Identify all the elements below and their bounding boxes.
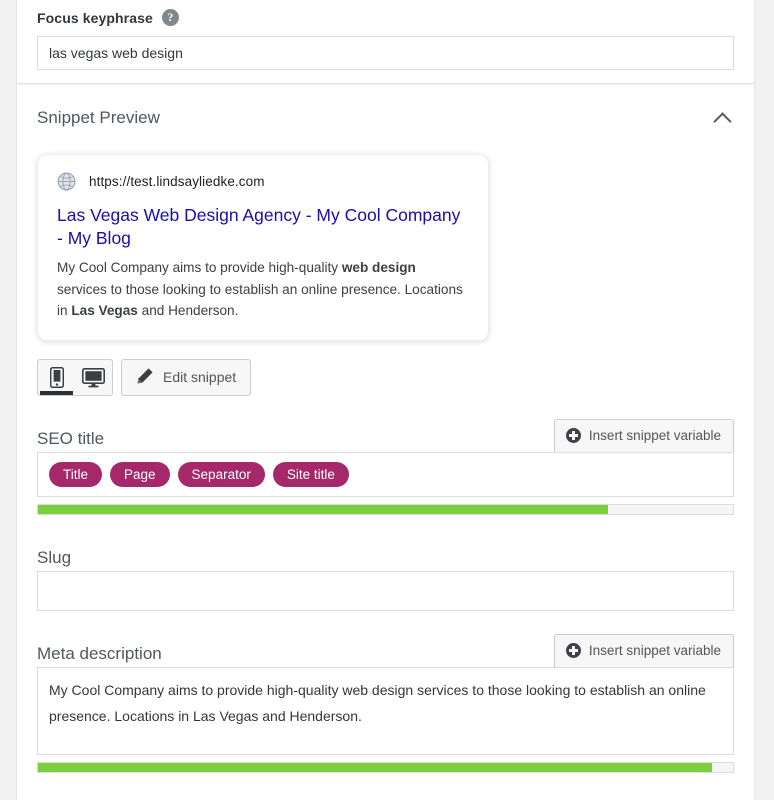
snippet-description-text: My Cool Company aims to provide high-qua… <box>57 260 342 275</box>
focus-keyphrase-label: Focus keyphrase <box>37 9 153 26</box>
focus-keyphrase-label-row: Focus keyphrase ? <box>37 9 734 26</box>
seo-title-label: SEO title <box>37 428 105 448</box>
google-snippet-card: https://test.lindsayliedke.com Las Vegas… <box>37 154 489 341</box>
snippet-description-text: and Henderson. <box>137 303 239 318</box>
edit-snippet-button[interactable]: Edit snippet <box>121 358 252 396</box>
yoast-seo-metabox-page: Focus keyphrase ? Snippet Preview <box>0 0 774 800</box>
plus-circle-icon <box>565 643 581 658</box>
focus-keyphrase-input[interactable] <box>37 36 734 70</box>
snippet-description: My Cool Company aims to provide high-qua… <box>57 257 469 322</box>
seo-title-insert-snippet-variable-button[interactable]: Insert snippet variable <box>553 418 734 452</box>
meta-description-insert-snippet-variable-button[interactable]: Insert snippet variable <box>553 633 734 667</box>
snippet-preview-title: Snippet Preview <box>37 108 160 127</box>
slug-label: Slug <box>37 547 72 567</box>
snippet-controls-row: Edit snippet <box>37 358 734 396</box>
snippet-url-row: https://test.lindsayliedke.com <box>57 172 469 191</box>
mobile-phone-icon <box>49 365 64 391</box>
meta-description-head: Meta description Insert snippet variable <box>37 633 734 667</box>
snippet-variable-pill[interactable]: Page <box>110 461 170 487</box>
snippet-description-highlight: Las Vegas <box>71 303 138 318</box>
mobile-preview-button[interactable] <box>38 360 75 395</box>
slug-head: Slug <box>37 538 734 571</box>
globe-icon <box>57 172 76 191</box>
snippet-preview-panel: Snippet Preview https://test.lindsaylied… <box>16 85 755 800</box>
seo-title-length-progress <box>37 503 734 515</box>
pencil-icon <box>136 367 154 388</box>
device-preview-toggle[interactable] <box>37 358 113 396</box>
desktop-preview-button[interactable] <box>75 360 112 395</box>
focus-keyphrase-panel: Focus keyphrase ? <box>16 0 755 84</box>
snippet-description-highlight: web design <box>341 260 416 275</box>
snippet-title[interactable]: Las Vegas Web Design Agency - My Cool Co… <box>57 204 469 250</box>
meta-description-progress-fill <box>38 762 713 772</box>
slug-group: Slug <box>37 538 734 611</box>
insert-snippet-variable-label: Insert snippet variable <box>588 428 721 443</box>
snippet-variable-pill[interactable]: Separator <box>177 461 265 487</box>
meta-description-group: Meta description Insert snippet variable… <box>37 633 734 773</box>
seo-title-progress-fill <box>38 504 608 514</box>
snippet-variable-pill[interactable]: Site title <box>272 461 349 487</box>
seo-title-group: SEO title Insert snippet variable Title P… <box>37 418 734 515</box>
meta-description-length-progress <box>37 761 734 773</box>
seo-title-variable-pills: Title Page Separator Site title <box>49 461 722 487</box>
snippet-preview-header[interactable]: Snippet Preview <box>37 85 734 133</box>
help-circle-icon[interactable]: ? <box>161 9 179 26</box>
edit-snippet-label: Edit snippet <box>163 369 237 385</box>
seo-title-input[interactable]: Title Page Separator Site title <box>37 451 734 497</box>
snippet-url: https://test.lindsayliedke.com <box>89 174 265 189</box>
meta-description-label: Meta description <box>37 643 162 663</box>
insert-snippet-variable-label: Insert snippet variable <box>588 643 721 658</box>
snippet-variable-pill[interactable]: Title <box>49 461 103 487</box>
desktop-monitor-icon <box>82 365 105 391</box>
chevron-up-icon[interactable] <box>712 107 734 129</box>
plus-circle-icon <box>565 428 581 443</box>
slug-input[interactable] <box>37 570 734 611</box>
meta-description-input[interactable]: My Cool Company aims to provide high-qua… <box>37 666 734 755</box>
seo-title-head: SEO title Insert snippet variable <box>37 418 734 452</box>
focus-keyphrase-group: Focus keyphrase ? <box>37 0 734 70</box>
